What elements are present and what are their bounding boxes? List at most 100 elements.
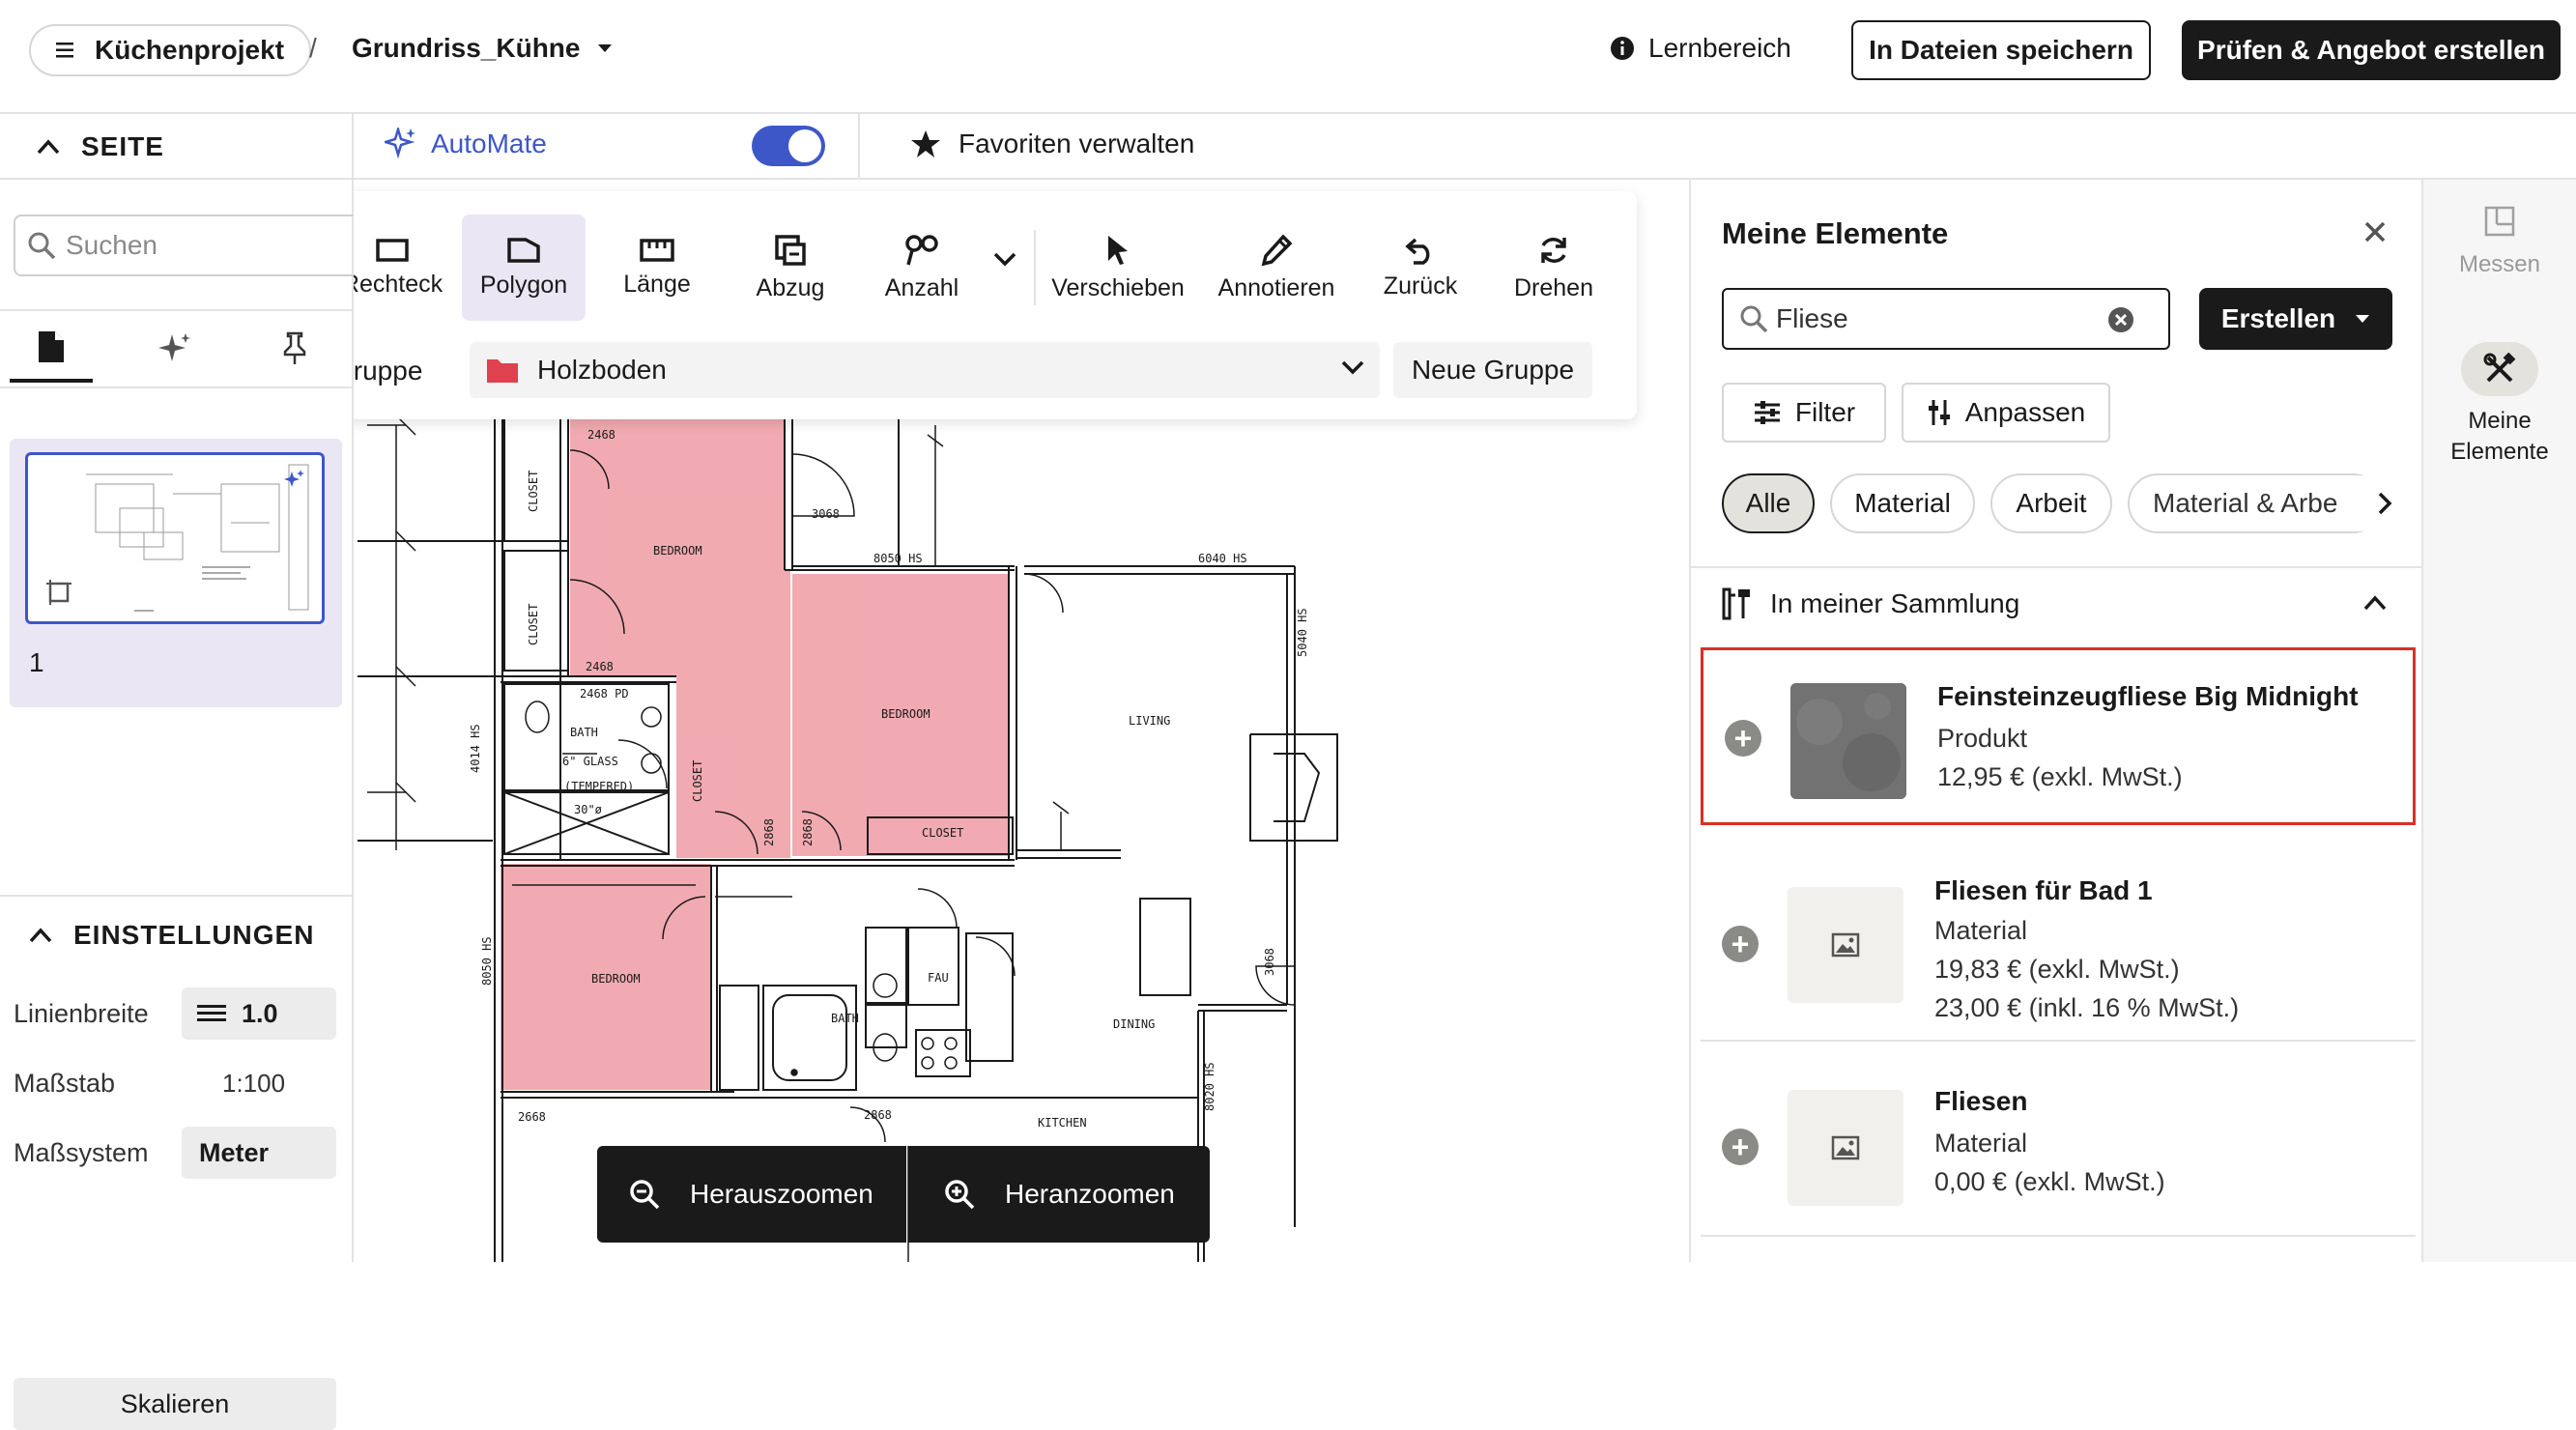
close-icon[interactable] xyxy=(2363,220,2387,243)
tool-move[interactable]: Verschieben xyxy=(1042,214,1194,321)
zoom-in-button[interactable]: Heranzoomen xyxy=(908,1146,1210,1243)
tool-annotate[interactable]: Annotieren xyxy=(1200,214,1353,321)
create-label: Erstellen xyxy=(2220,303,2336,333)
page-section-toggle[interactable]: SEITE xyxy=(0,114,354,180)
divider xyxy=(0,386,354,388)
element-search-input[interactable]: Fliese xyxy=(1722,288,2170,350)
room-label: CLOSET xyxy=(691,760,704,802)
measure-system-select[interactable]: Meter xyxy=(182,1127,336,1179)
scale-button[interactable]: Skalieren xyxy=(14,1378,336,1430)
group-select[interactable]: Holzboden xyxy=(470,342,1380,398)
adjust-label: Anpassen xyxy=(1964,397,2086,427)
chip-labor[interactable]: Arbeit xyxy=(1990,473,2112,533)
rail-my-elements-label: Meine Elemente xyxy=(2450,408,2549,465)
filter-label: Filter xyxy=(1794,397,1856,427)
rail-my-elements[interactable]: Meine Elemente xyxy=(2423,342,2576,487)
room-label: BEDROOM xyxy=(881,707,930,721)
product-image xyxy=(1790,683,1906,799)
divider xyxy=(1701,1235,2416,1237)
automate-toggle[interactable] xyxy=(752,126,825,166)
chip-all[interactable]: Alle xyxy=(1722,473,1815,533)
add-icon[interactable]: + xyxy=(1722,1129,1759,1165)
line-width-select[interactable]: 1.0 xyxy=(182,987,336,1040)
page-card[interactable]: 1 xyxy=(10,439,342,707)
tool-deduct[interactable]: Abzug xyxy=(729,214,852,321)
zoom-out-button[interactable]: Herauszoomen xyxy=(597,1146,906,1243)
add-icon[interactable]: + xyxy=(1725,720,1761,757)
panel-title: Meine Elemente xyxy=(1722,216,1949,250)
line-width-label: Linienbreite xyxy=(14,999,149,1028)
element-item[interactable]: + Fliesen Material 0,00 € (exkl. MwSt.) xyxy=(1701,1055,2416,1219)
zoom-in-label: Heranzoomen xyxy=(1005,1179,1175,1209)
collection-header[interactable]: In meiner Sammlung xyxy=(1722,587,2019,620)
learn-link[interactable]: Lernbereich xyxy=(1610,33,1791,64)
folder-icon xyxy=(485,356,520,385)
room-label: BEDROOM xyxy=(653,544,702,558)
item-type: Produkt xyxy=(1937,724,2028,753)
settings-toggle[interactable]: EINSTELLUNGEN xyxy=(29,920,314,951)
automate-label-group: AutoMate xyxy=(385,128,547,160)
door-label: 3068 xyxy=(812,507,840,521)
line-width-icon xyxy=(197,1004,226,1023)
right-rail: Messen Meine Elemente xyxy=(2421,180,2576,1262)
add-icon[interactable]: + xyxy=(1722,926,1759,962)
clear-icon[interactable] xyxy=(2106,305,2135,334)
tool-label: Drehen xyxy=(1514,273,1593,301)
filter-button[interactable]: Filter xyxy=(1722,383,1886,443)
line-width-value: 1.0 xyxy=(242,998,278,1028)
image-placeholder-icon xyxy=(1788,887,1903,1003)
divider xyxy=(1701,1040,2416,1042)
new-group-button[interactable]: Neue Gruppe xyxy=(1393,342,1592,398)
item-type: Material xyxy=(1934,916,2028,945)
tool-label: Polygon xyxy=(479,271,568,299)
check-and-quote-button[interactable]: Prüfen & Angebot erstellen xyxy=(2182,20,2561,80)
drawing-canvas[interactable]: BEDROOM BEDROOM BEDROOM LIVING DINING KI… xyxy=(354,180,1689,1262)
tools-icon xyxy=(1722,587,1753,620)
project-menu-button[interactable]: Küchenprojekt xyxy=(29,24,312,76)
more-tools-chevron[interactable] xyxy=(993,251,1016,267)
tool-length[interactable]: Länge xyxy=(595,214,719,321)
top-bar: Küchenprojekt / Grundriss_Kühne Lernbere… xyxy=(0,0,2576,114)
star-icon xyxy=(910,129,941,159)
chip-material[interactable]: Material xyxy=(1830,473,1975,533)
rail-icon-bg xyxy=(2461,342,2538,396)
tool-undo[interactable]: Zurück xyxy=(1359,214,1482,321)
divider xyxy=(1691,566,2423,568)
element-item[interactable]: + Feinsteinzeugfliese Big Midnight Produ… xyxy=(1701,647,2416,825)
create-button[interactable]: Erstellen xyxy=(2199,288,2392,350)
group-label: Gruppe xyxy=(354,356,423,386)
tab-ai[interactable] xyxy=(133,315,216,383)
file-menu[interactable]: Grundriss_Kühne xyxy=(352,33,613,64)
chips-scroll-right[interactable] xyxy=(2344,475,2392,531)
tab-pages[interactable] xyxy=(10,315,93,383)
drawing-toolbar: Rechteck Polygon Länge Abzug Anzahl Vers… xyxy=(354,191,1637,419)
item-title: Fliesen xyxy=(1934,1086,2028,1116)
rail-measure[interactable]: Messen xyxy=(2423,205,2576,321)
chevron-up-icon xyxy=(37,139,60,155)
item-price: 0,00 € (exkl. MwSt.) xyxy=(1934,1167,2165,1196)
zoom-in-icon xyxy=(943,1178,976,1211)
room-label: CLOSET xyxy=(527,471,540,512)
hall-fill xyxy=(676,570,790,858)
adjust-button[interactable]: Anpassen xyxy=(1902,383,2110,443)
automate-label: AutoMate xyxy=(431,129,547,158)
tool-count[interactable]: Anzahl xyxy=(860,214,984,321)
element-item[interactable]: + Fliesen für Bad 1 Material 19,83 € (ex… xyxy=(1701,846,2416,1036)
tool-rectangle[interactable]: Rechteck xyxy=(354,214,454,321)
room-label: BATH xyxy=(831,1012,859,1025)
sparkle-icon xyxy=(385,128,417,160)
tool-rotate[interactable]: Drehen xyxy=(1492,214,1616,321)
tool-label: Zurück xyxy=(1383,272,1458,300)
chevron-up-icon[interactable] xyxy=(2363,595,2387,611)
room-label: BEDROOM xyxy=(591,972,641,986)
tab-pinned[interactable] xyxy=(253,315,336,383)
secondary-bar: SEITE AutoMate Favoriten verwalten xyxy=(0,114,2576,180)
learn-label: Lernbereich xyxy=(1648,33,1791,63)
save-to-files-button[interactable]: In Dateien speichern xyxy=(1851,20,2151,80)
manage-favorites-button[interactable]: Favoriten verwalten xyxy=(910,129,1194,159)
favorites-label: Favoriten verwalten xyxy=(959,129,1195,158)
page-search-input[interactable]: Suchen xyxy=(14,214,361,276)
window-label: 8050 HS xyxy=(480,936,494,986)
page-thumbnail[interactable] xyxy=(25,452,325,624)
tool-polygon[interactable]: Polygon xyxy=(462,214,586,321)
